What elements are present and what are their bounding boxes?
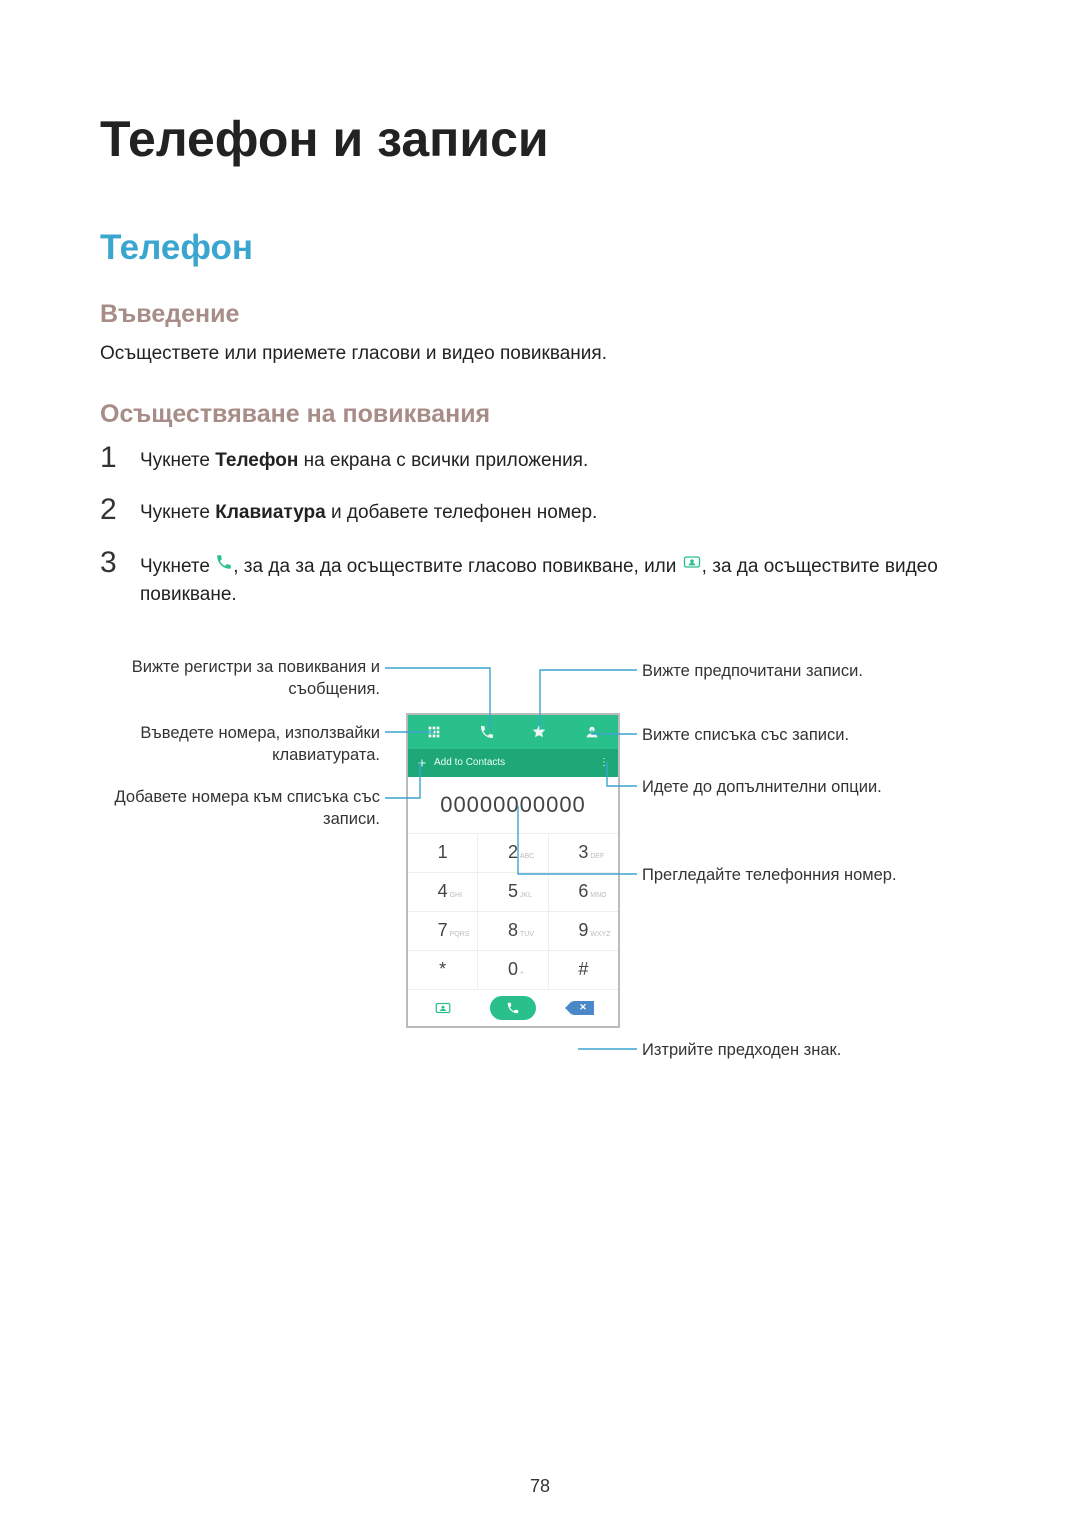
- step-text: Чукнете: [140, 555, 215, 576]
- step-3: 3 Чукнете , за да за да осъществите глас…: [100, 546, 980, 610]
- step-text: Чукнете: [140, 450, 215, 471]
- step-number: 2: [100, 493, 140, 527]
- section-title-phone: Телефон: [100, 228, 980, 268]
- step-text: на екрана с всички приложения.: [298, 450, 588, 471]
- call-icon: [215, 552, 233, 581]
- step-text-bold: Телефон: [215, 450, 298, 471]
- leader-lines: [100, 628, 980, 1108]
- step-2: 2 Чукнете Клавиатура и добавете телефоне…: [100, 493, 980, 528]
- dialer-diagram: Add to Contacts ⋮ 00000000000 12ABC3DEF4…: [100, 628, 980, 1108]
- step-text: Чукнете: [140, 502, 215, 523]
- steps-list: 1 Чукнете Телефон на екрана с всички при…: [100, 441, 980, 610]
- step-number: 1: [100, 441, 140, 475]
- intro-paragraph: Осъществете или приемете гласови и видео…: [100, 341, 980, 368]
- step-text: , за да за да осъществите гласово повикв…: [233, 555, 681, 576]
- step-text-bold: Клавиатура: [215, 502, 325, 523]
- step-text: и добавете телефонен номер.: [326, 502, 598, 523]
- page-title: Телефон и записи: [100, 110, 980, 168]
- page-number: 78: [0, 1476, 1080, 1497]
- subsection-making-calls: Осъществяване на повиквания: [100, 400, 980, 429]
- video-call-icon: [682, 552, 702, 582]
- step-1: 1 Чукнете Телефон на екрана с всички при…: [100, 441, 980, 476]
- subsection-intro: Въведение: [100, 300, 980, 329]
- step-number: 3: [100, 546, 140, 580]
